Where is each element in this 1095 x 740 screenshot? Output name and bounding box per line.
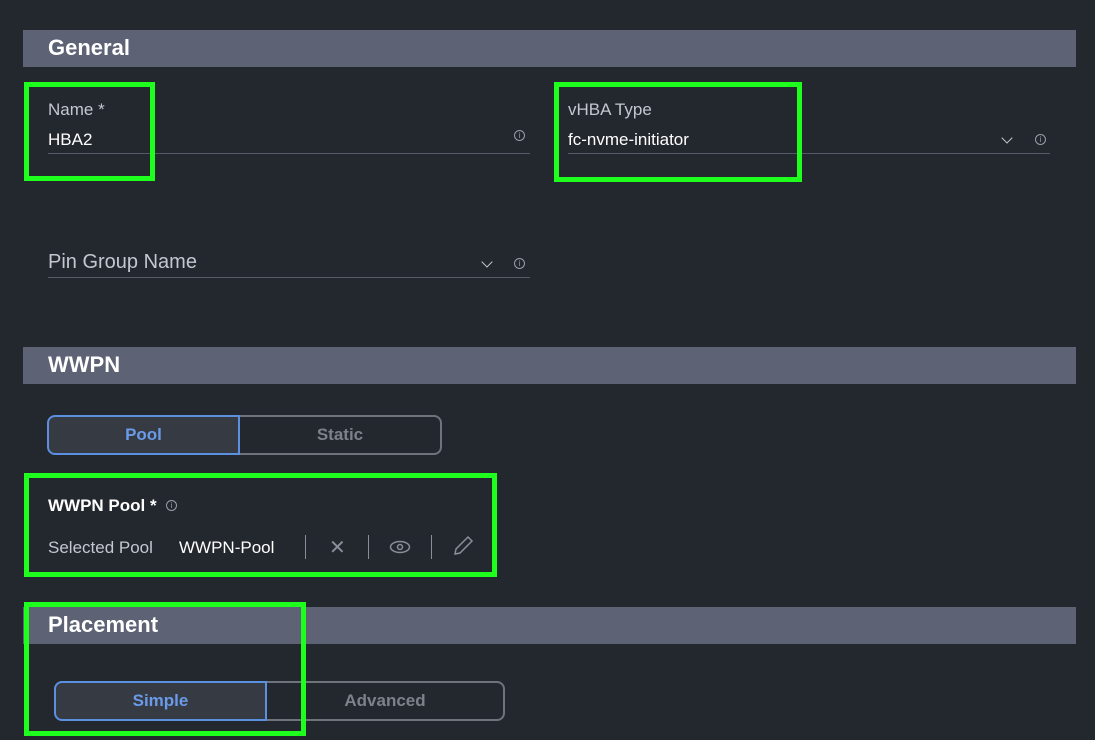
highlight-box: [24, 473, 497, 577]
info-icon[interactable]: i: [1035, 134, 1046, 145]
toggle-pool[interactable]: Pool: [47, 415, 240, 455]
section-title: WWPN: [48, 352, 121, 377]
pin-group-select[interactable]: Pin Group Name: [48, 251, 498, 274]
section-wwpn: WWPN: [23, 347, 1076, 384]
section-title: General: [48, 35, 130, 60]
toggle-simple[interactable]: Simple: [54, 681, 267, 721]
info-icon[interactable]: i: [514, 130, 525, 141]
info-icon[interactable]: i: [514, 258, 525, 269]
toggle-static[interactable]: Static: [238, 415, 442, 455]
highlight-box: [24, 82, 155, 181]
section-general: General: [23, 30, 1076, 67]
highlight-box: [554, 82, 802, 182]
